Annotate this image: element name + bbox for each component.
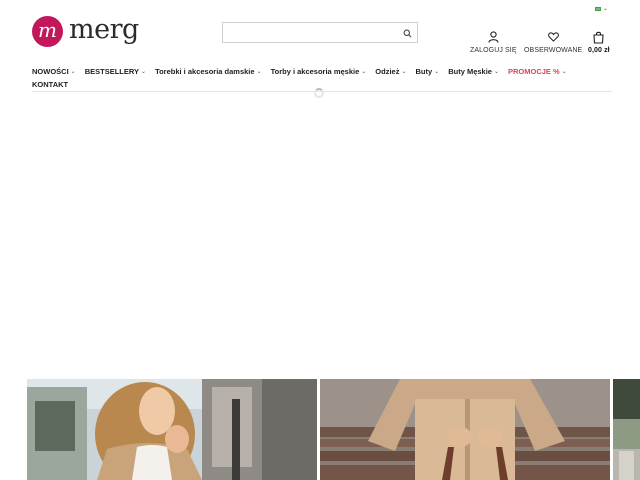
- banner-tile[interactable]: [320, 379, 610, 480]
- search-button[interactable]: [400, 26, 414, 40]
- chevron-down-icon: ⌄: [401, 69, 407, 75]
- heart-icon: [547, 30, 559, 44]
- nav-item-label: Odzież: [375, 67, 400, 76]
- photo-outdoor-partial: [613, 379, 640, 480]
- banner-tile[interactable]: [27, 379, 317, 480]
- nav-item-odzież[interactable]: Odzież ⌄: [375, 67, 406, 76]
- language-switcher[interactable]: ⌄: [595, 5, 608, 12]
- user-icon: [488, 30, 499, 44]
- bag-icon: [593, 30, 604, 44]
- loading-spinner-icon: [314, 88, 324, 98]
- nav-item-bestsellery[interactable]: BESTSELLERY ⌄: [85, 67, 146, 76]
- site-header: ⌄ m merg ZALOGUJ SIĘ OBSERWOWANE 0,00 zł…: [0, 0, 640, 92]
- nav-item-torby-i-akcesoria-męskie[interactable]: Torby i akcesoria męskie ⌄: [271, 67, 367, 76]
- chevron-down-icon: ⌄: [493, 69, 500, 75]
- nav-item-label: KONTAKT: [32, 80, 69, 89]
- chevron-down-icon: ⌄: [561, 69, 567, 75]
- login-label: ZALOGUJ SIĘ: [470, 47, 517, 54]
- flag-icon: [595, 6, 601, 11]
- nav-item-kontakt[interactable]: KONTAKT: [32, 80, 68, 89]
- nav-item-promocje[interactable]: PROMOCJE % ⌄: [508, 67, 567, 76]
- main-navigation: NOWOŚCI ⌄ BESTSELLERY ⌄ Torebki i akcesoria …: [32, 66, 612, 90]
- search-input[interactable]: [223, 23, 393, 43]
- nav-item-buty[interactable]: Buty ⌄: [416, 67, 440, 76]
- wishlist-link[interactable]: OBSERWOWANE: [524, 30, 582, 54]
- nav-item-label: Buty Męskie: [448, 67, 492, 76]
- logo-wordmark: merg: [69, 14, 139, 45]
- photo-woman-beige-suit-handbag: [320, 379, 610, 480]
- cart-total: 0,00 zł: [588, 47, 610, 54]
- nav-item-label: BESTSELLERY: [84, 67, 140, 76]
- nav-item-label: NOWOŚCI: [32, 67, 69, 76]
- chevron-down-icon: ⌄: [141, 69, 147, 75]
- chevron-down-icon: ⌄: [70, 69, 76, 75]
- chevron-down-icon: ⌄: [603, 6, 609, 12]
- nav-item-label: Torebki i akcesoria damskie: [155, 67, 255, 76]
- chevron-down-icon: ⌄: [434, 69, 440, 75]
- photo-woman-blonde-beige-coat: [27, 379, 317, 480]
- logo-mark-icon: m: [32, 16, 63, 47]
- chevron-down-icon: ⌄: [256, 69, 262, 75]
- nav-item-nowości[interactable]: NOWOŚCI ⌄: [32, 67, 76, 76]
- wishlist-label: OBSERWOWANE: [524, 47, 583, 54]
- nav-item-label: PROMOCJE %: [508, 67, 560, 76]
- cart-link[interactable]: 0,00 zł: [588, 30, 610, 54]
- banner-gallery: [0, 379, 640, 480]
- chevron-down-icon: ⌄: [361, 69, 367, 75]
- nav-item-buty-męskie[interactable]: Buty Męskie ⌄: [448, 67, 499, 76]
- login-link[interactable]: ZALOGUJ SIĘ: [470, 30, 517, 54]
- nav-item-torebki-i-akcesoria-damskie[interactable]: Torebki i akcesoria damskie ⌄: [155, 67, 262, 76]
- nav-item-label: Torby i akcesoria męskie: [270, 67, 360, 76]
- search-box: [222, 22, 418, 43]
- banner-tile[interactable]: [613, 379, 640, 480]
- nav-item-label: Buty: [415, 67, 433, 76]
- site-logo[interactable]: m merg: [32, 16, 139, 47]
- search-icon: [403, 29, 411, 37]
